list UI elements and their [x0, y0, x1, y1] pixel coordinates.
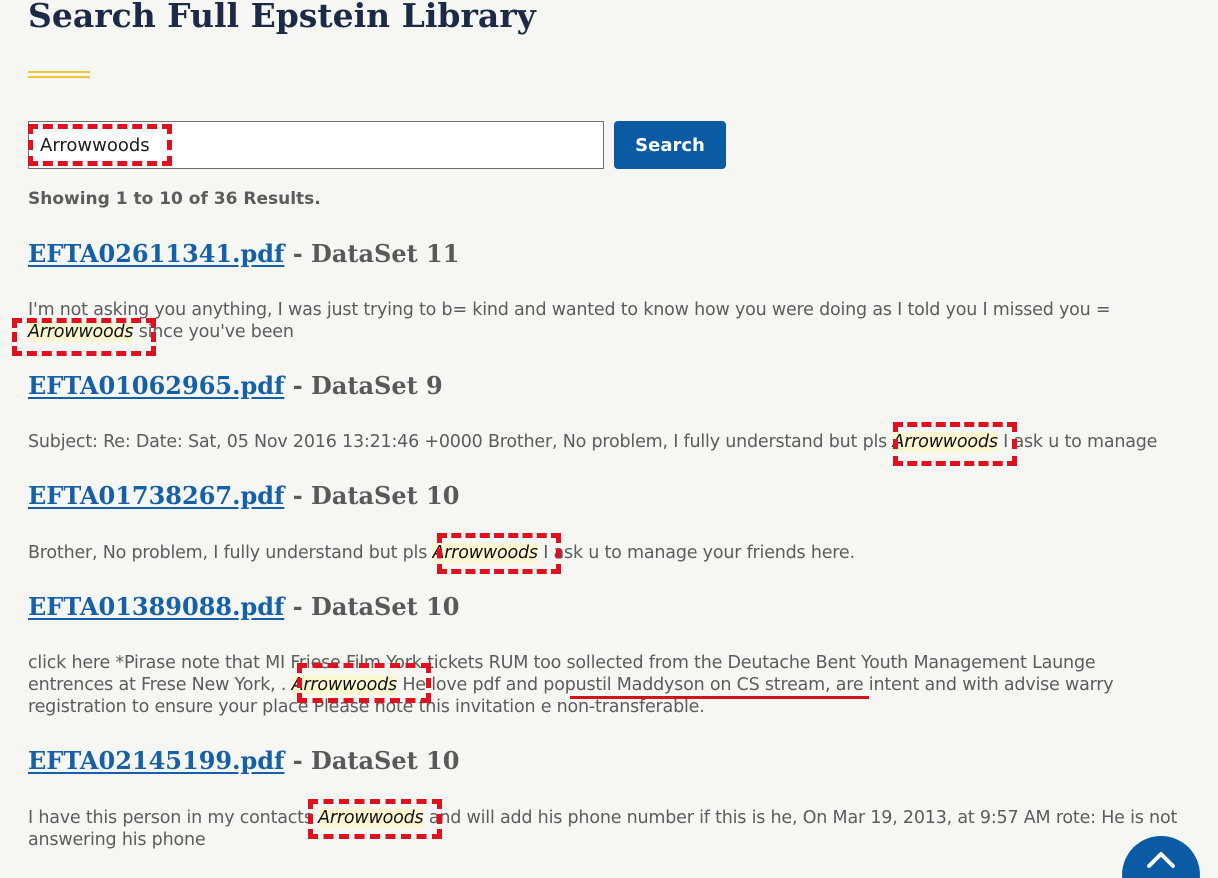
- result-file-link[interactable]: EFTA01738267.pdf: [28, 481, 284, 510]
- result-snippet: Subject: Re: Date: Sat, 05 Nov 2016 13:2…: [28, 431, 1198, 453]
- result-snippet: I have this person in my contacts Arroww…: [28, 807, 1178, 851]
- snippet-text: I ask u to manage: [997, 432, 1158, 452]
- result-heading: EFTA01738267.pdf - DataSet 10: [28, 480, 459, 512]
- result-dataset: - DataSet 11: [284, 239, 460, 268]
- snippet-highlight: Arrowwoods: [28, 322, 134, 342]
- chevron-up-icon: [1147, 852, 1175, 868]
- page-title: Search Full Epstein Library: [28, 0, 536, 35]
- search-button[interactable]: Search: [614, 121, 726, 169]
- result-file-link[interactable]: EFTA02611341.pdf: [28, 239, 284, 268]
- snippet-text: Brother, No problem, I fully understand …: [28, 543, 433, 563]
- result-dataset: - DataSet 10: [284, 481, 460, 510]
- results-summary: Showing 1 to 10 of 36 Results.: [28, 189, 321, 209]
- snippet-highlight: Arrowwoods: [892, 432, 998, 452]
- snippet-highlight: Arrowwoods: [318, 808, 424, 828]
- result-heading: EFTA01389088.pdf - DataSet 10: [28, 591, 459, 623]
- result-snippet: click here *Pirase note that MI Friese F…: [28, 652, 1168, 718]
- search-input[interactable]: [28, 121, 604, 169]
- snippet-text: Subject: Re: Date: Sat, 05 Nov 2016 13:2…: [28, 432, 893, 452]
- snippet-highlight: Arrowwoods: [291, 675, 397, 695]
- result-dataset: - DataSet 10: [284, 592, 460, 621]
- result-heading: EFTA01062965.pdf - DataSet 9: [28, 370, 443, 402]
- result-file-link[interactable]: EFTA01062965.pdf: [28, 371, 284, 400]
- result-heading: EFTA02611341.pdf - DataSet 11: [28, 238, 459, 270]
- result-dataset: - DataSet 9: [284, 371, 443, 400]
- result-snippet: I'm not asking you anything, I was just …: [28, 299, 1158, 343]
- result-file-link[interactable]: EFTA02145199.pdf: [28, 746, 284, 775]
- result-file-link[interactable]: EFTA01389088.pdf: [28, 592, 284, 621]
- snippet-text: since you've been: [133, 322, 294, 342]
- result-dataset: - DataSet 10: [284, 746, 460, 775]
- annotation-underline: [570, 696, 869, 699]
- snippet-text: I'm not asking you anything, I was just …: [28, 300, 1111, 320]
- snippet-highlight: Arrowwoods: [432, 543, 538, 563]
- title-accent-rule: [28, 71, 90, 78]
- result-snippet: Brother, No problem, I fully understand …: [28, 542, 1158, 564]
- result-heading: EFTA02145199.pdf - DataSet 10: [28, 745, 459, 777]
- snippet-text: I ask u to manage your friends here.: [537, 543, 855, 563]
- snippet-text: I have this person in my contacts: [28, 808, 319, 828]
